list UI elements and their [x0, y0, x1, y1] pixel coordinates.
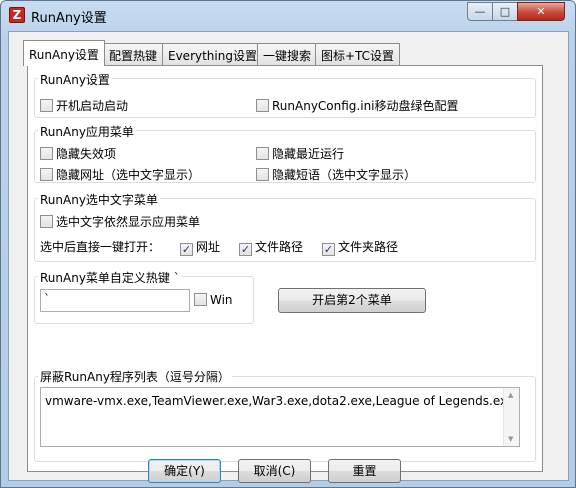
tab-runany-settings[interactable]: RunAny设置 — [23, 40, 105, 66]
cancel-button[interactable]: 取消(C) — [238, 459, 311, 483]
scroll-down-icon[interactable]: ▼ — [508, 435, 513, 443]
checkbox-hide-invalid-box[interactable] — [40, 147, 53, 160]
group-title-block-list: 屏蔽RunAny程序列表（逗号分隔） — [38, 368, 232, 385]
runany-app-icon: Z — [9, 7, 25, 23]
checkbox-portable-config[interactable]: RunAnyConfig.ini移动盘绿色配置 — [256, 97, 459, 114]
group-title-selection-menu: RunAny选中文字菜单 — [38, 191, 160, 208]
checkbox-show-app-menu-box[interactable] — [40, 215, 53, 228]
block-list-scrollbar[interactable]: ▲ ▼ — [503, 388, 519, 446]
checkbox-open-folder-path[interactable]: ✓ 文件夹路径 — [322, 238, 398, 256]
checkbox-autostart[interactable]: 开机启动启动 — [40, 97, 128, 114]
tab-hotkey-config[interactable]: 配置热键 — [103, 43, 164, 65]
checkbox-hide-url-box[interactable] — [40, 168, 53, 181]
checkbox-show-app-menu-label: 选中文字依然显示应用菜单 — [56, 215, 201, 229]
checkbox-hide-invalid-label: 隐藏失效项 — [56, 147, 117, 161]
direct-open-label: 选中后直接一键打开： — [40, 240, 161, 254]
checkbox-open-folder-path-box[interactable]: ✓ — [322, 243, 335, 256]
minimize-button[interactable]: — — [467, 2, 493, 21]
checkbox-win-key-label: Win — [210, 293, 233, 307]
checkbox-hide-url-label: 隐藏网址（选中文字显示） — [56, 168, 201, 182]
maximize-button[interactable]: □ — [492, 2, 518, 21]
group-title-app-menu: RunAny应用菜单 — [38, 123, 136, 140]
checkbox-open-file-path-label: 文件路径 — [255, 240, 304, 254]
close-button[interactable]: ✕ — [517, 2, 565, 21]
checkbox-open-url-label: 网址 — [196, 240, 221, 254]
checkbox-hide-recent-label: 隐藏最近运行 — [272, 147, 345, 161]
checkbox-hide-phrase-label: 隐藏短语（选中文字显示） — [272, 168, 417, 182]
checkbox-hide-invalid[interactable]: 隐藏失效项 — [40, 145, 116, 162]
group-title-runany-settings: RunAny设置 — [38, 71, 112, 88]
checkbox-open-folder-path-label: 文件夹路径 — [338, 240, 399, 254]
checkbox-win-key-box[interactable] — [194, 293, 207, 306]
settings-window: Z RunAny设置 — □ ✕ RunAny设置 配置热键 Everythin… — [0, 0, 576, 488]
checkbox-win-key[interactable]: Win — [194, 293, 233, 307]
reset-button[interactable]: 重置 — [328, 459, 401, 483]
checkbox-autostart-label: 开机启动启动 — [56, 99, 129, 113]
checkbox-hide-phrase-box[interactable] — [256, 168, 269, 181]
checkbox-open-url[interactable]: ✓ 网址 — [180, 238, 220, 256]
checkbox-hide-url[interactable]: 隐藏网址（选中文字显示） — [40, 166, 200, 183]
hotkey-input[interactable]: ` — [40, 289, 190, 312]
checkbox-show-app-menu[interactable]: 选中文字依然显示应用菜单 — [40, 213, 200, 230]
enable-second-menu-button[interactable]: 开启第2个菜单 — [278, 288, 426, 313]
tab-panel: RunAny设置 开机启动启动 RunAnyConfig.ini移动盘绿色配置 … — [27, 65, 543, 483]
tab-icon-tc-settings[interactable]: 图标+TC设置 — [315, 43, 401, 65]
window-title: RunAny设置 — [31, 11, 107, 26]
checkbox-hide-recent[interactable]: 隐藏最近运行 — [256, 145, 344, 162]
checkbox-hide-recent-box[interactable] — [256, 147, 269, 160]
tab-everything-settings[interactable]: Everything设置 — [162, 43, 263, 65]
checkbox-autostart-box[interactable] — [40, 99, 53, 112]
title-bar[interactable]: Z RunAny设置 — □ ✕ — [1, 1, 575, 31]
scroll-up-icon[interactable]: ▲ — [508, 391, 513, 399]
checkbox-hide-phrase[interactable]: 隐藏短语（选中文字显示） — [256, 166, 416, 183]
block-list-text: vmware-vmx.exe,TeamViewer.exe,War3.exe,d… — [45, 394, 515, 408]
group-title-custom-hotkey: RunAny菜单自定义热键 ` — [38, 269, 182, 286]
checkbox-portable-config-label: RunAnyConfig.ini移动盘绿色配置 — [272, 99, 459, 113]
tab-one-key-search[interactable]: 一键搜索 — [257, 43, 318, 65]
dialog-client-area: RunAny设置 配置热键 Everything设置 一键搜索 图标+TC设置 … — [8, 31, 569, 483]
checkbox-open-file-path[interactable]: ✓ 文件路径 — [239, 238, 303, 256]
checkbox-open-file-path-box[interactable]: ✓ — [239, 243, 252, 256]
checkbox-portable-config-box[interactable] — [256, 99, 269, 112]
block-list-textarea[interactable]: vmware-vmx.exe,TeamViewer.exe,War3.exe,d… — [40, 387, 520, 447]
ok-button[interactable]: 确定(Y) — [148, 459, 221, 483]
checkbox-open-url-box[interactable]: ✓ — [180, 243, 193, 256]
